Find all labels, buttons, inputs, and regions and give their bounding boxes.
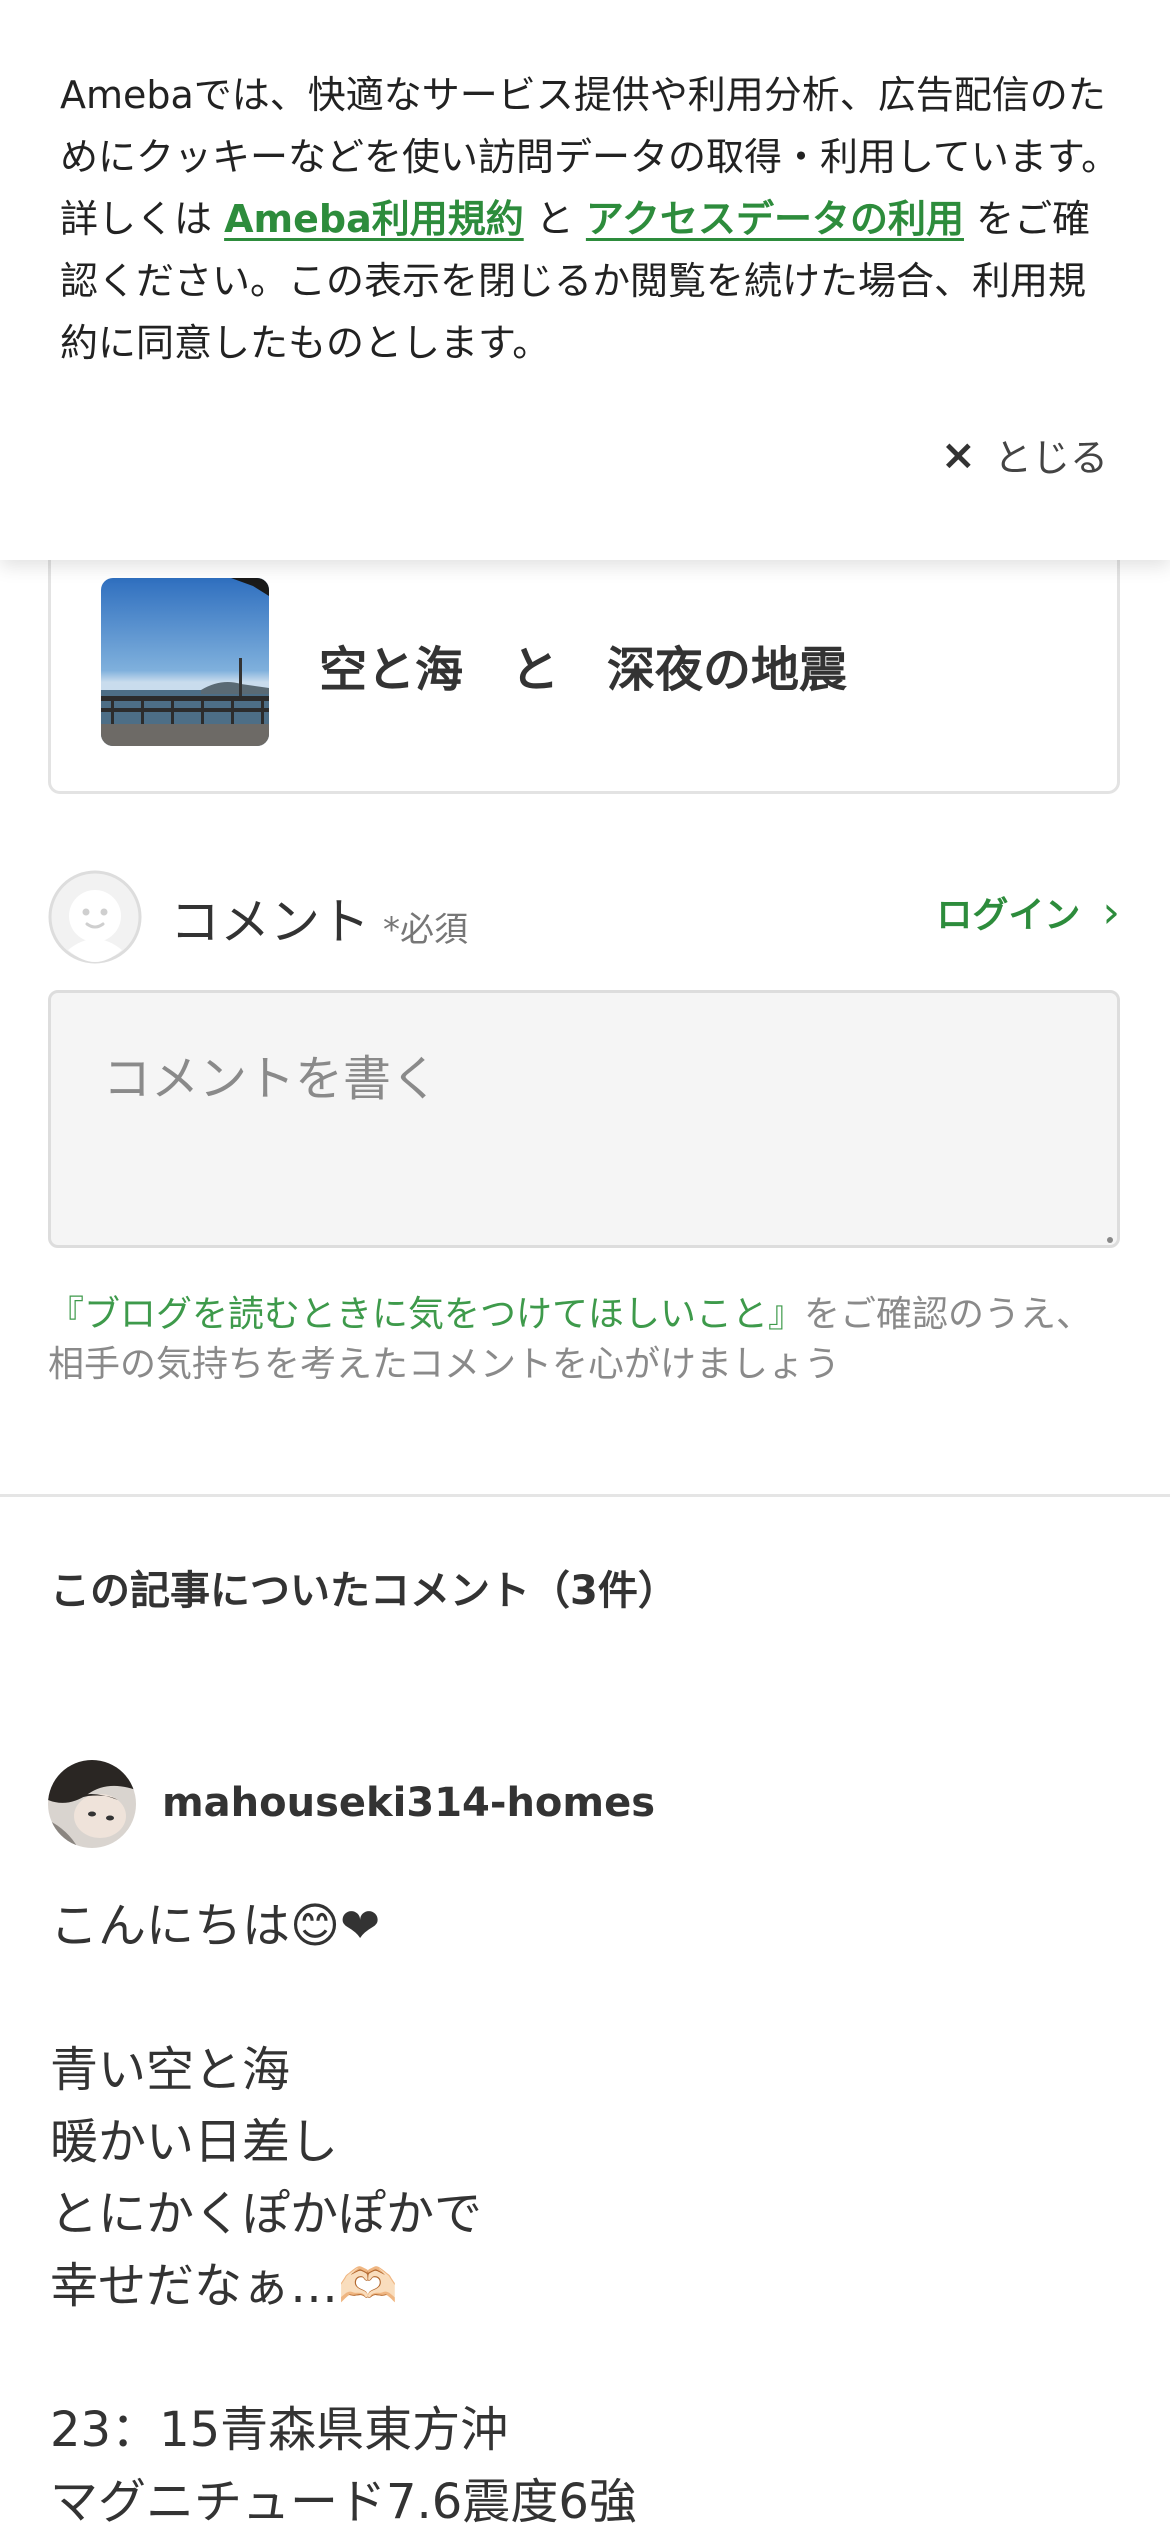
cookie-consent-text: Amebaでは、快適なサービス提供や利用分析、広告配信のためにクッキーなどを使い…	[60, 64, 1120, 374]
comment-form-header: コメント *必須 ログイン ›	[48, 868, 1120, 968]
cookie-text-and: と	[523, 197, 586, 241]
article-title: 空と海 と 深夜の地震	[319, 642, 848, 698]
login-link[interactable]: ログイン ›	[936, 886, 1120, 938]
article-link-card[interactable]: 空と海 と 深夜の地震	[48, 530, 1120, 794]
comment-line: 暖かい日差し	[50, 2114, 339, 2170]
commenter-name[interactable]: mahouseki314-homes	[162, 1780, 655, 1826]
comment-line	[50, 1962, 1110, 2034]
comment-line: とにかくぽかぽかで	[50, 2186, 483, 2242]
comment-label: コメント	[170, 893, 370, 951]
guideline-link[interactable]: 『ブログを読むときに気をつけてほしいこと』	[48, 1294, 804, 1335]
comment-line: 幸せだなぁ…🫶🏻	[50, 2258, 398, 2314]
avatar[interactable]	[48, 1760, 136, 1848]
close-icon: ×	[940, 429, 976, 479]
comment-guideline-text: 『ブログを読むときに気をつけてほしいこと』をご確認のうえ、相手の気持ちを考えたコ…	[48, 1290, 1128, 1390]
cookie-consent-banner: Amebaでは、快適なサービス提供や利用分析、広告配信のためにクッキーなどを使い…	[0, 0, 1170, 560]
comment-line	[50, 2322, 1110, 2394]
comment-line: 青い空と海	[50, 2042, 291, 2098]
comment-line: こんにちは😊❤	[50, 1898, 381, 1954]
required-label: *必須	[383, 910, 468, 950]
chevron-right-icon: ›	[1102, 886, 1120, 938]
article-thumbnail	[101, 578, 269, 746]
comment-body: こんにちは😊❤ 青い空と海 暖かい日差し とにかくぽかぽかで 幸せだなぁ…🫶🏻 …	[50, 1890, 1110, 2538]
close-label: とじる	[993, 435, 1108, 480]
ameba-terms-link[interactable]: Ameba利用規約	[224, 197, 524, 241]
section-divider	[0, 1494, 1170, 1497]
comment-line: マグニチュード7.6震度6強	[50, 2474, 637, 2530]
login-label: ログイン	[936, 895, 1081, 936]
close-banner-button[interactable]: × とじる	[941, 424, 1108, 484]
resize-handle-icon[interactable]	[1107, 1237, 1113, 1243]
comment-line: 23：15青森県東方沖	[50, 2402, 509, 2458]
default-avatar-icon	[48, 870, 142, 964]
comment-textarea[interactable]: コメントを書く	[48, 990, 1120, 1248]
access-data-link[interactable]: アクセスデータの利用	[586, 197, 964, 241]
comment-placeholder: コメントを書く	[103, 1051, 440, 1107]
comments-heading: この記事についたコメント（3件）	[50, 1568, 678, 1614]
